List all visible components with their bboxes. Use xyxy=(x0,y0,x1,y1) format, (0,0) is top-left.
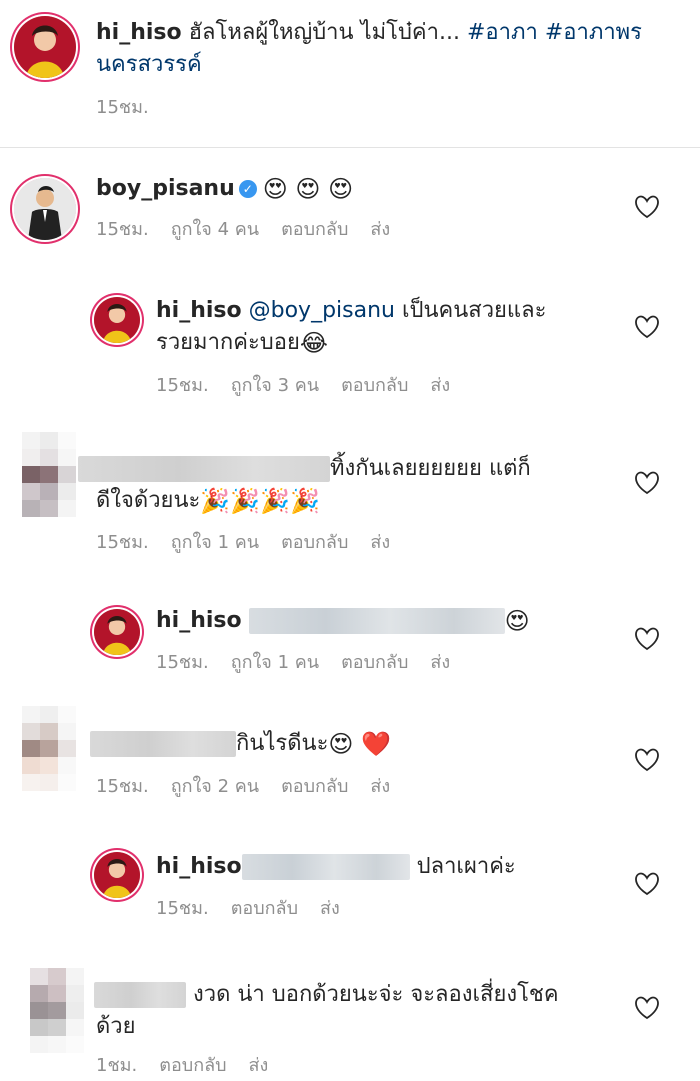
hashtag-continued[interactable]: นครสวรรค์ xyxy=(96,52,202,77)
heart-icon[interactable] xyxy=(634,748,660,772)
comment-text-cont: ด้วย xyxy=(96,1014,136,1039)
send-button[interactable]: ส่ง xyxy=(430,652,450,673)
comment-username[interactable]: hi_hiso xyxy=(156,608,242,633)
send-button[interactable]: ส่ง xyxy=(370,532,390,553)
comment-time: 15ชม. xyxy=(156,898,209,919)
send-button[interactable]: ส่ง xyxy=(370,219,390,240)
comment-text: งวด น่า บอกด้วยนะจ่ะ จะลองเสี่ยงโชค xyxy=(193,982,559,1007)
emoji: 😍 😍 😍 xyxy=(262,175,354,203)
comment-text-cont: รวยมากค่ะบอย xyxy=(156,330,300,355)
blurred-username[interactable] xyxy=(94,982,186,1008)
heart-icon[interactable] xyxy=(634,315,660,339)
likes-count[interactable]: ถูกใจ 1 คน xyxy=(231,652,319,673)
heart-icon[interactable] xyxy=(634,195,660,219)
verified-badge-icon: ✓ xyxy=(238,180,257,198)
likes-count[interactable]: ถูกใจ 4 คน xyxy=(171,219,259,240)
comment-time: 15ชม. xyxy=(96,532,149,553)
comment-text-cont: ดีใจด้วยนะ xyxy=(96,488,201,513)
emoji: 🎉🎉🎉🎉 xyxy=(200,487,320,515)
caption-username[interactable]: hi_hiso xyxy=(96,20,182,45)
comment-username[interactable]: hi_hiso xyxy=(156,854,242,879)
likes-count[interactable]: ถูกใจ 2 คน xyxy=(171,776,259,797)
hashtag[interactable]: #อาภาพร xyxy=(545,20,642,45)
send-button[interactable]: ส่ง xyxy=(249,1055,269,1076)
avatar-pixelated[interactable] xyxy=(22,706,76,791)
reply-button[interactable]: ตอบกลับ xyxy=(281,776,348,797)
emoji: 😍 xyxy=(504,607,530,635)
post-caption: hi_hiso ฮัลโหลผู้ใหญ่บ้าน ไม่โบ๋ค่า... #… xyxy=(0,0,700,148)
comment-time: 15ชม. xyxy=(156,375,209,396)
emoji: 😂 xyxy=(299,329,328,357)
hashtag[interactable]: #อาภา xyxy=(467,20,538,45)
reply-button[interactable]: ตอบกลับ xyxy=(159,1055,226,1076)
send-button[interactable]: ส่ง xyxy=(320,898,340,919)
comment-username[interactable]: boy_pisanu xyxy=(96,176,235,201)
reply-button[interactable]: ตอบกลับ xyxy=(341,652,408,673)
avatar[interactable] xyxy=(94,852,140,898)
blurred-text xyxy=(241,854,410,880)
comment-time: 15ชม. xyxy=(96,219,149,240)
send-button[interactable]: ส่ง xyxy=(370,776,390,797)
reply-button[interactable]: ตอบกลับ xyxy=(281,532,348,553)
reply-button[interactable]: ตอบกลับ xyxy=(281,219,348,240)
comment-text: กินไรดีนะ xyxy=(236,731,329,756)
send-button[interactable]: ส่ง xyxy=(430,375,450,396)
heart-icon[interactable] xyxy=(634,471,660,495)
likes-count[interactable]: ถูกใจ 3 คน xyxy=(231,375,319,396)
heart-icon[interactable] xyxy=(634,996,660,1020)
likes-count[interactable]: ถูกใจ 1 คน xyxy=(171,532,259,553)
comment-text: ทิ้งกันเลยยยยยย แต่ก็ xyxy=(330,456,531,481)
blurred-text xyxy=(248,608,505,634)
blurred-username[interactable] xyxy=(78,456,330,482)
reply-button[interactable]: ตอบกลับ xyxy=(231,898,298,919)
avatar[interactable] xyxy=(14,178,76,240)
mention-link[interactable]: @boy_pisanu xyxy=(249,298,395,323)
comment-text: เป็นคนสวยและ xyxy=(401,298,547,323)
caption-text: ฮัลโหลผู้ใหญ่บ้าน ไม่โบ๋ค่า... xyxy=(188,20,460,45)
comment-time: 15ชม. xyxy=(156,652,209,673)
avatar-pixelated[interactable] xyxy=(30,968,84,1053)
heart-icon[interactable] xyxy=(634,872,660,896)
heart-icon[interactable] xyxy=(634,627,660,651)
comment-username[interactable]: hi_hiso xyxy=(156,298,242,323)
blurred-username[interactable] xyxy=(90,731,236,757)
reply-button[interactable]: ตอบกลับ xyxy=(341,375,408,396)
avatar[interactable] xyxy=(94,297,140,343)
emoji: 😍 ❤️ xyxy=(328,730,391,758)
caption-time: 15ชม. xyxy=(96,97,149,118)
avatar[interactable] xyxy=(14,16,76,78)
avatar[interactable] xyxy=(94,609,140,655)
comment-text: ปลาเผาค่ะ xyxy=(416,854,516,879)
comment-time: 15ชม. xyxy=(96,776,149,797)
comment-time: 1ชม. xyxy=(96,1055,138,1076)
avatar-pixelated[interactable] xyxy=(22,432,76,517)
